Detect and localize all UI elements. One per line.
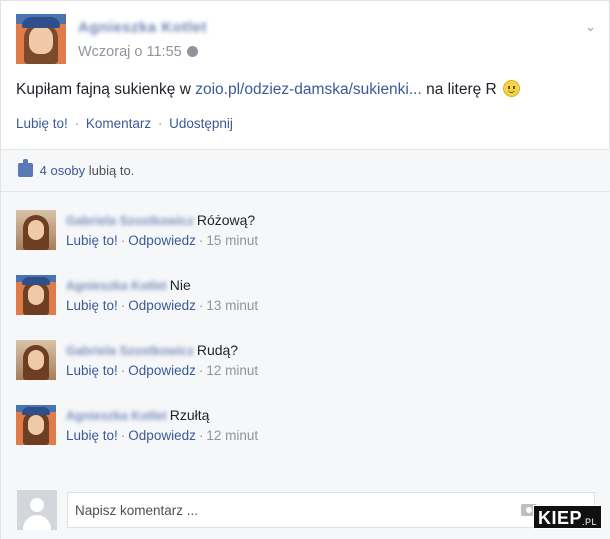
comment-item: Gabriela Szostkowicz Rudą? Lubię to! · Odpo… [16,340,596,388]
facebook-post-card: Agnieszka Kotlet Wczoraj o 11:55 ⌄ Kupił… [0,0,610,539]
avatar-cap [22,407,50,415]
post-text-before: Kupiłam fajną sukienkę w [16,81,196,98]
comment-reply-button[interactable]: Odpowiedz [128,363,196,378]
like-button[interactable]: Lubię to! [16,116,68,131]
meta-separator: · [198,298,204,313]
comment-compose [1,482,610,539]
avatar-cap [22,277,50,285]
comment-text: Rzułtą [169,407,210,423]
meta-separator: · [198,363,204,378]
comment-reply-button[interactable]: Odpowiedz [128,298,196,313]
watermark-suffix: .PL [582,517,598,527]
comment-item: Agnieszka Kotlet Rzułtą Lubię to! · Odpowie… [16,405,596,453]
comment-time[interactable]: 12 minut [206,363,258,378]
meta-separator: · [198,428,204,443]
comment-meta: Lubię to! · Odpowiedz · 12 minut [66,428,258,443]
comment-text: Rudą? [196,342,239,358]
meta-separator: · [120,428,126,443]
meta-separator: · [120,298,126,313]
avatar-face [28,285,44,305]
comment-line: Gabriela Szostkowicz Różową? [66,212,255,228]
meta-separator: · [120,363,126,378]
comment-item: Gabriela Szostkowicz Różową? Lubię to! · Od… [16,210,596,258]
likes-bar: 4 osoby lubią to. [1,149,610,192]
commenter-avatar[interactable] [16,275,56,315]
meta-separator: · [120,233,126,248]
comment-author[interactable]: Agnieszka Kotlet [66,279,167,293]
comment-button[interactable]: Komentarz [86,116,151,131]
post-author-name[interactable]: Agnieszka Kotlet [78,19,207,36]
post-text: Kupiłam fajną sukienkę w zoio.pl/odziez-… [16,79,596,101]
comment-like-button[interactable]: Lubię to! [66,233,118,248]
watermark-brand: KIEP [538,508,583,528]
comment-meta: Lubię to! · Odpowiedz · 13 minut [66,298,258,313]
avatar-face [28,415,44,435]
kiep-watermark-logo: KIEP.PL [533,505,603,529]
action-separator: · [157,116,163,131]
author-avatar[interactable] [16,14,66,64]
avatar-face [28,350,44,370]
meta-separator: · [198,233,204,248]
comment-reply-button[interactable]: Odpowiedz [128,233,196,248]
avatar-cap [22,17,60,28]
comment-time[interactable]: 12 minut [206,428,258,443]
comment-text: Różową? [196,212,256,228]
comment-author[interactable]: Gabriela Szostkowicz [66,214,194,228]
comment-text: Nie [169,277,191,293]
chevron-down-icon[interactable]: ⌄ [585,19,596,35]
likes-count-link[interactable]: 4 osoby [40,163,86,178]
comment-reply-button[interactable]: Odpowiedz [128,428,196,443]
avatar-face [28,220,44,240]
comment-meta: Lubię to! · Odpowiedz · 12 minut [66,363,258,378]
comment-like-button[interactable]: Lubię to! [66,428,118,443]
post-header: Agnieszka Kotlet Wczoraj o 11:55 ⌄ [16,14,596,70]
likes-suffix: lubią to. [85,163,135,178]
comment-time[interactable]: 13 minut [206,298,258,313]
comment-author[interactable]: Agnieszka Kotlet [66,409,167,423]
commenter-avatar[interactable] [16,340,56,380]
post-link[interactable]: zoio.pl/odziez-damska/sukienki... [195,81,422,98]
share-button[interactable]: Udostępnij [169,116,233,131]
current-user-avatar [17,490,57,530]
post-time-text[interactable]: Wczoraj o 11:55 [78,44,182,60]
thumbs-up-icon [18,159,33,177]
comment-like-button[interactable]: Lubię to! [66,363,118,378]
comments-list: Gabriela Szostkowicz Różową? Lubię to! · Od… [1,192,610,482]
comment-line: Gabriela Szostkowicz Rudą? [66,342,238,358]
comment-line: Agnieszka Kotlet Rzułtą [66,407,209,423]
post-timestamp[interactable]: Wczoraj o 11:55 [78,44,198,60]
post-text-after: na literę R [421,81,502,98]
avatar-face [29,26,53,54]
globe-icon [186,46,198,57]
comment-input[interactable] [67,492,595,528]
smile-emoji-icon [503,80,521,97]
comment-item: Agnieszka Kotlet Nie Lubię to! · Odpowiedz ·… [16,275,596,323]
post-actions: Lubię to! · Komentarz · Udostępnij [16,116,233,131]
action-separator: · [74,116,80,131]
comment-meta: Lubię to! · Odpowiedz · 15 minut [66,233,258,248]
comment-like-button[interactable]: Lubię to! [66,298,118,313]
commenter-avatar[interactable] [16,210,56,250]
comment-time[interactable]: 15 minut [206,233,258,248]
comment-line: Agnieszka Kotlet Nie [66,277,191,293]
comment-author[interactable]: Gabriela Szostkowicz [66,344,194,358]
commenter-avatar[interactable] [16,405,56,445]
likes-summary: 4 osoby lubią to. [18,159,135,178]
